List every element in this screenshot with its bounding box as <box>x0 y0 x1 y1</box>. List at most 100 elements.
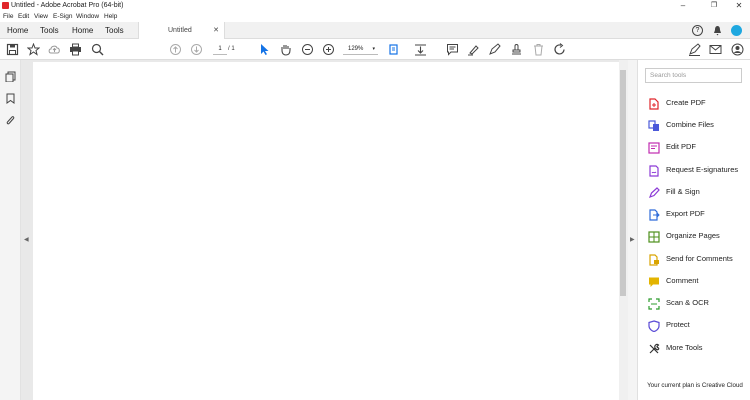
notifications-bell-icon[interactable] <box>712 25 723 36</box>
page-total: / 1 <box>228 46 235 52</box>
delete-icon[interactable] <box>532 43 545 56</box>
close-tab-icon[interactable]: ✕ <box>213 22 219 39</box>
combine-files-icon <box>648 119 660 131</box>
search-icon[interactable] <box>91 43 104 56</box>
scan-ocr-icon <box>648 297 660 310</box>
page-number-input[interactable]: 1 <box>213 44 227 55</box>
bookmark-star-icon[interactable] <box>26 42 41 56</box>
right-panel-toggle[interactable]: ▶ <box>628 60 638 400</box>
account-avatar[interactable] <box>731 25 742 36</box>
menu-view[interactable]: View <box>34 11 48 22</box>
tool-label: Request E-signatures <box>666 165 739 174</box>
protect-icon <box>648 319 660 333</box>
tool-scan-ocr[interactable]: Scan & OCR <box>648 296 748 310</box>
tool-create-pdf[interactable]: Create PDF <box>648 96 748 110</box>
tab-tools[interactable]: Tools <box>40 22 59 39</box>
hand-tool-icon[interactable] <box>279 43 292 56</box>
zoom-level-select[interactable]: 129% ▾ <box>343 44 378 55</box>
add-comment-icon[interactable] <box>446 43 459 56</box>
print-icon[interactable] <box>69 43 82 56</box>
tool-comment[interactable]: Comment <box>648 274 748 288</box>
collapse-left-panel-icon[interactable]: ◀ <box>24 236 29 243</box>
tools-panel: Search tools Create PDF Combine Files Ed… <box>638 60 750 400</box>
tool-protect[interactable]: Protect <box>648 318 748 333</box>
tool-label: Organize Pages <box>666 231 720 240</box>
menu-edit[interactable]: Edit <box>18 11 29 22</box>
window-title: Untitled - Adobe Acrobat Pro (64-bit) <box>11 2 124 9</box>
select-cursor-icon[interactable] <box>258 43 271 56</box>
document-tab-label: Untitled <box>168 27 192 34</box>
save-icon[interactable] <box>6 43 19 56</box>
fill-sign-icon <box>648 186 660 199</box>
draw-tool-icon[interactable] <box>488 43 501 56</box>
request-esignatures-icon <box>648 164 660 177</box>
tool-label: Combine Files <box>666 120 714 129</box>
minimize-icon[interactable]: – <box>672 0 694 11</box>
tab-tools-2[interactable]: Tools <box>105 22 124 39</box>
close-window-icon[interactable]: ✕ <box>728 0 750 11</box>
menu-esign[interactable]: E-Sign <box>53 11 73 22</box>
next-page-icon[interactable] <box>190 43 203 56</box>
tool-combine-files[interactable]: Combine Files <box>648 118 748 132</box>
cloud-upload-icon[interactable] <box>48 43 61 56</box>
email-icon[interactable] <box>709 43 722 56</box>
menu-bar: File Edit View E-Sign Window Help <box>0 11 750 22</box>
fit-page-icon[interactable] <box>388 43 401 56</box>
previous-page-icon[interactable] <box>169 43 182 56</box>
tool-label: Export PDF <box>666 209 705 218</box>
tab-document[interactable]: Untitled ✕ <box>138 22 225 40</box>
zoom-in-icon[interactable] <box>322 43 335 56</box>
tool-label: Edit PDF <box>666 142 697 151</box>
tool-label: Comment <box>666 276 699 285</box>
tool-edit-pdf[interactable]: Edit PDF <box>648 140 748 154</box>
bookmarks-icon[interactable] <box>5 91 16 104</box>
send-for-comments-icon <box>648 253 660 266</box>
zoom-value: 129% <box>348 46 364 52</box>
tool-label: Protect <box>666 320 690 329</box>
tool-more-tools[interactable]: More Tools <box>648 341 748 355</box>
organize-pages-icon <box>648 230 660 243</box>
menu-help[interactable]: Help <box>104 11 117 22</box>
search-tools-input[interactable]: Search tools <box>645 68 742 83</box>
tool-label: Fill & Sign <box>666 187 700 196</box>
scroll-mode-icon[interactable] <box>414 43 427 56</box>
help-icon[interactable]: ? <box>692 25 703 36</box>
fill-sign-toolbar-icon[interactable] <box>688 43 701 56</box>
scrollbar-thumb[interactable] <box>620 70 626 296</box>
tool-organize-pages[interactable]: Organize Pages <box>648 229 748 243</box>
tool-label: Send for Comments <box>666 254 733 263</box>
more-tools-icon <box>648 342 660 354</box>
tab-home-2[interactable]: Home <box>72 22 93 39</box>
edit-pdf-icon <box>648 141 660 154</box>
zoom-out-icon[interactable] <box>301 43 314 56</box>
stamp-tool-icon[interactable] <box>510 43 523 56</box>
tool-export-pdf[interactable]: Export PDF <box>648 207 748 221</box>
create-pdf-icon <box>648 97 660 110</box>
rotate-icon[interactable] <box>553 43 566 56</box>
share-user-icon[interactable] <box>731 43 744 56</box>
menu-window[interactable]: Window <box>76 11 99 22</box>
chevron-down-icon: ▾ <box>372 46 375 52</box>
tool-fill-sign[interactable]: Fill & Sign <box>648 185 748 199</box>
attachments-icon[interactable] <box>5 113 16 125</box>
page-thumbnails-icon[interactable] <box>5 69 16 83</box>
vertical-scrollbar[interactable] <box>619 60 628 400</box>
toolbar: 1 / 1 129% ▾ ▾ <box>0 39 750 91</box>
pdf-page[interactable] <box>33 62 619 400</box>
tool-request-esignatures[interactable]: Request E-signatures <box>648 163 748 177</box>
menu-file[interactable]: File <box>3 11 13 22</box>
document-view[interactable]: ◀ <box>21 60 619 400</box>
highlight-pen-icon[interactable] <box>467 43 480 56</box>
tool-label: Scan & OCR <box>666 298 709 307</box>
collapse-right-panel-icon[interactable]: ▶ <box>630 236 635 243</box>
comment-icon <box>648 275 660 287</box>
tool-send-for-comments[interactable]: Send for Comments <box>648 252 748 266</box>
plan-info-text: Your current plan is Creative Cloud <box>647 382 743 389</box>
window-titlebar: Untitled - Adobe Acrobat Pro (64-bit) – … <box>0 0 750 11</box>
acrobat-logo-icon <box>2 2 9 9</box>
tool-label: Create PDF <box>666 98 706 107</box>
maximize-icon[interactable]: ❐ <box>703 0 725 11</box>
tab-home[interactable]: Home <box>7 22 28 39</box>
tool-label: More Tools <box>666 343 703 352</box>
tab-bar: Home Tools Home Tools Untitled ✕ ? <box>0 22 750 40</box>
